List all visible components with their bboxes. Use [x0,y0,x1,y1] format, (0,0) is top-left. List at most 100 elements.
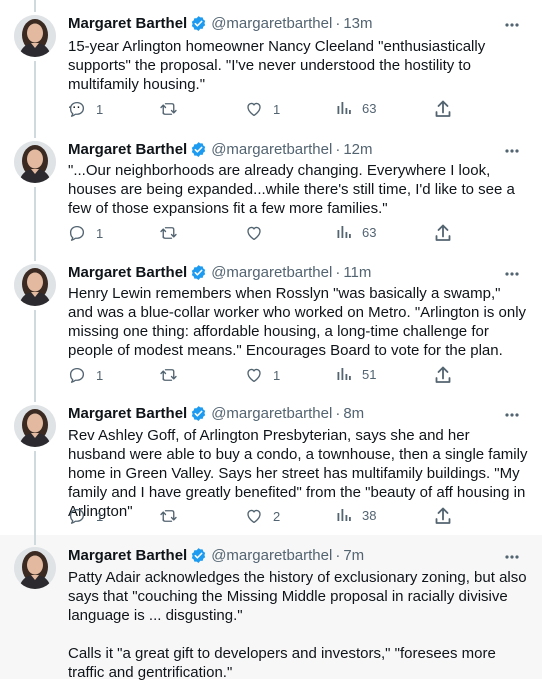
thread-connector [34,61,36,130]
thread-connector [34,187,36,252]
verified-badge-icon [190,141,207,158]
author-name[interactable]: Margaret Barthel [68,15,187,32]
more-options-icon[interactable] [504,17,520,33]
more-options-icon[interactable] [504,143,520,159]
reply-count: 1 [96,508,104,524]
retweet-icon [159,100,178,118]
views-icon [336,224,352,240]
like-count: 2 [273,508,281,524]
avatar[interactable] [14,141,56,183]
tweet-header: Margaret Barthel @margaretbarthel · 7m [68,545,364,565]
share-button[interactable] [435,507,451,525]
like-button[interactable]: 1 [245,100,280,118]
views-button[interactable]: 63 [336,224,376,240]
like-icon [245,507,263,525]
reply-button[interactable]: 1 [68,224,103,242]
reply-icon [68,507,86,525]
thread-connector [34,535,36,545]
tweet-text: Henry Lewin remembers when Rosslyn "was … [68,285,527,359]
views-button[interactable]: 51 [336,366,376,382]
tweet-thread: Margaret Barthel @margaretbarthel · 13m … [0,0,542,681]
reply-count: 1 [96,225,104,241]
tweet[interactable]: Margaret Barthel @margaretbarthel · 11m … [0,252,542,392]
reply-count: 1 [96,367,104,383]
tweet-header: Margaret Barthel @margaretbarthel · 8m [68,403,364,423]
share-button[interactable] [435,100,451,118]
share-icon [435,366,451,384]
separator: · [335,263,341,281]
share-icon [435,224,451,242]
reply-button[interactable]: 1 [68,507,103,525]
like-button[interactable]: 2 [245,507,280,525]
timestamp[interactable]: 11m [343,264,371,281]
tweet-text: Patty Adair acknowledges the history of … [68,569,527,681]
retweet-button[interactable] [159,100,188,118]
like-icon [245,224,263,242]
timestamp[interactable]: 12m [343,141,372,158]
tweet-text: "...Our neighborhoods are already changi… [68,162,515,217]
author-name[interactable]: Margaret Barthel [68,405,187,422]
thread-connector [34,252,36,261]
thread-connector [34,310,36,392]
timestamp[interactable]: 13m [343,15,372,32]
author-name[interactable]: Margaret Barthel [68,141,187,158]
like-count: 1 [273,101,281,117]
like-count: 1 [273,367,281,383]
author-handle[interactable]: @margaretbarthel [211,15,332,32]
tweet-header: Margaret Barthel @margaretbarthel · 11m [68,262,371,282]
verified-badge-icon [190,264,207,281]
retweet-button[interactable] [159,224,188,242]
author-name[interactable]: Margaret Barthel [68,264,187,281]
tweet-header: Margaret Barthel @margaretbarthel · 12m [68,139,373,159]
action-bar: 1 63 [68,224,451,244]
share-button[interactable] [435,366,451,384]
author-name[interactable]: Margaret Barthel [68,547,187,564]
views-count: 63 [362,224,377,240]
retweet-button[interactable] [159,366,188,384]
reply-icon [68,224,86,242]
timestamp[interactable]: 7m [343,547,364,564]
views-icon [336,100,352,116]
views-button[interactable]: 63 [336,100,376,116]
views-button[interactable]: 38 [336,507,376,523]
thread-connector [34,0,36,12]
timestamp[interactable]: 8m [343,405,364,422]
more-options-icon[interactable] [504,549,520,565]
reply-button[interactable]: 1 [68,366,103,384]
more-options-icon[interactable] [504,407,520,423]
avatar[interactable] [14,15,56,57]
more-options-icon[interactable] [504,266,520,282]
share-button[interactable] [435,224,451,242]
author-handle[interactable]: @margaretbarthel [211,264,332,281]
thread-connector [34,130,36,138]
avatar[interactable] [14,264,56,306]
reply-count: 1 [96,101,104,117]
retweet-button[interactable] [159,507,188,525]
thread-connector [34,392,36,402]
author-handle[interactable]: @margaretbarthel [211,405,332,422]
avatar[interactable] [14,547,56,589]
views-count: 38 [362,507,377,523]
retweet-icon [159,224,178,242]
like-button[interactable] [245,224,273,242]
tweet[interactable]: Margaret Barthel @margaretbarthel · 7m P… [0,535,542,681]
avatar[interactable] [14,405,56,447]
verified-badge-icon [190,405,207,422]
action-bar: 1 1 63 [68,100,451,120]
reply-button[interactable]: 1 [68,100,103,118]
like-button[interactable]: 1 [245,366,280,384]
tweet[interactable]: Margaret Barthel @margaretbarthel · 13m … [0,0,542,130]
verified-badge-icon [190,15,207,32]
author-handle[interactable]: @margaretbarthel [211,547,332,564]
action-bar: 1 2 38 [68,507,451,527]
author-handle[interactable]: @margaretbarthel [211,141,332,158]
tweet[interactable]: Margaret Barthel @margaretbarthel · 8m R… [0,392,542,535]
tweet[interactable]: Margaret Barthel @margaretbarthel · 12m … [0,130,542,252]
separator: · [335,404,341,422]
action-bar: 1 1 51 [68,366,451,386]
retweet-icon [159,507,178,525]
views-count: 63 [362,100,377,116]
separator: · [335,546,341,564]
separator: · [335,140,341,158]
reply-icon [68,100,86,118]
